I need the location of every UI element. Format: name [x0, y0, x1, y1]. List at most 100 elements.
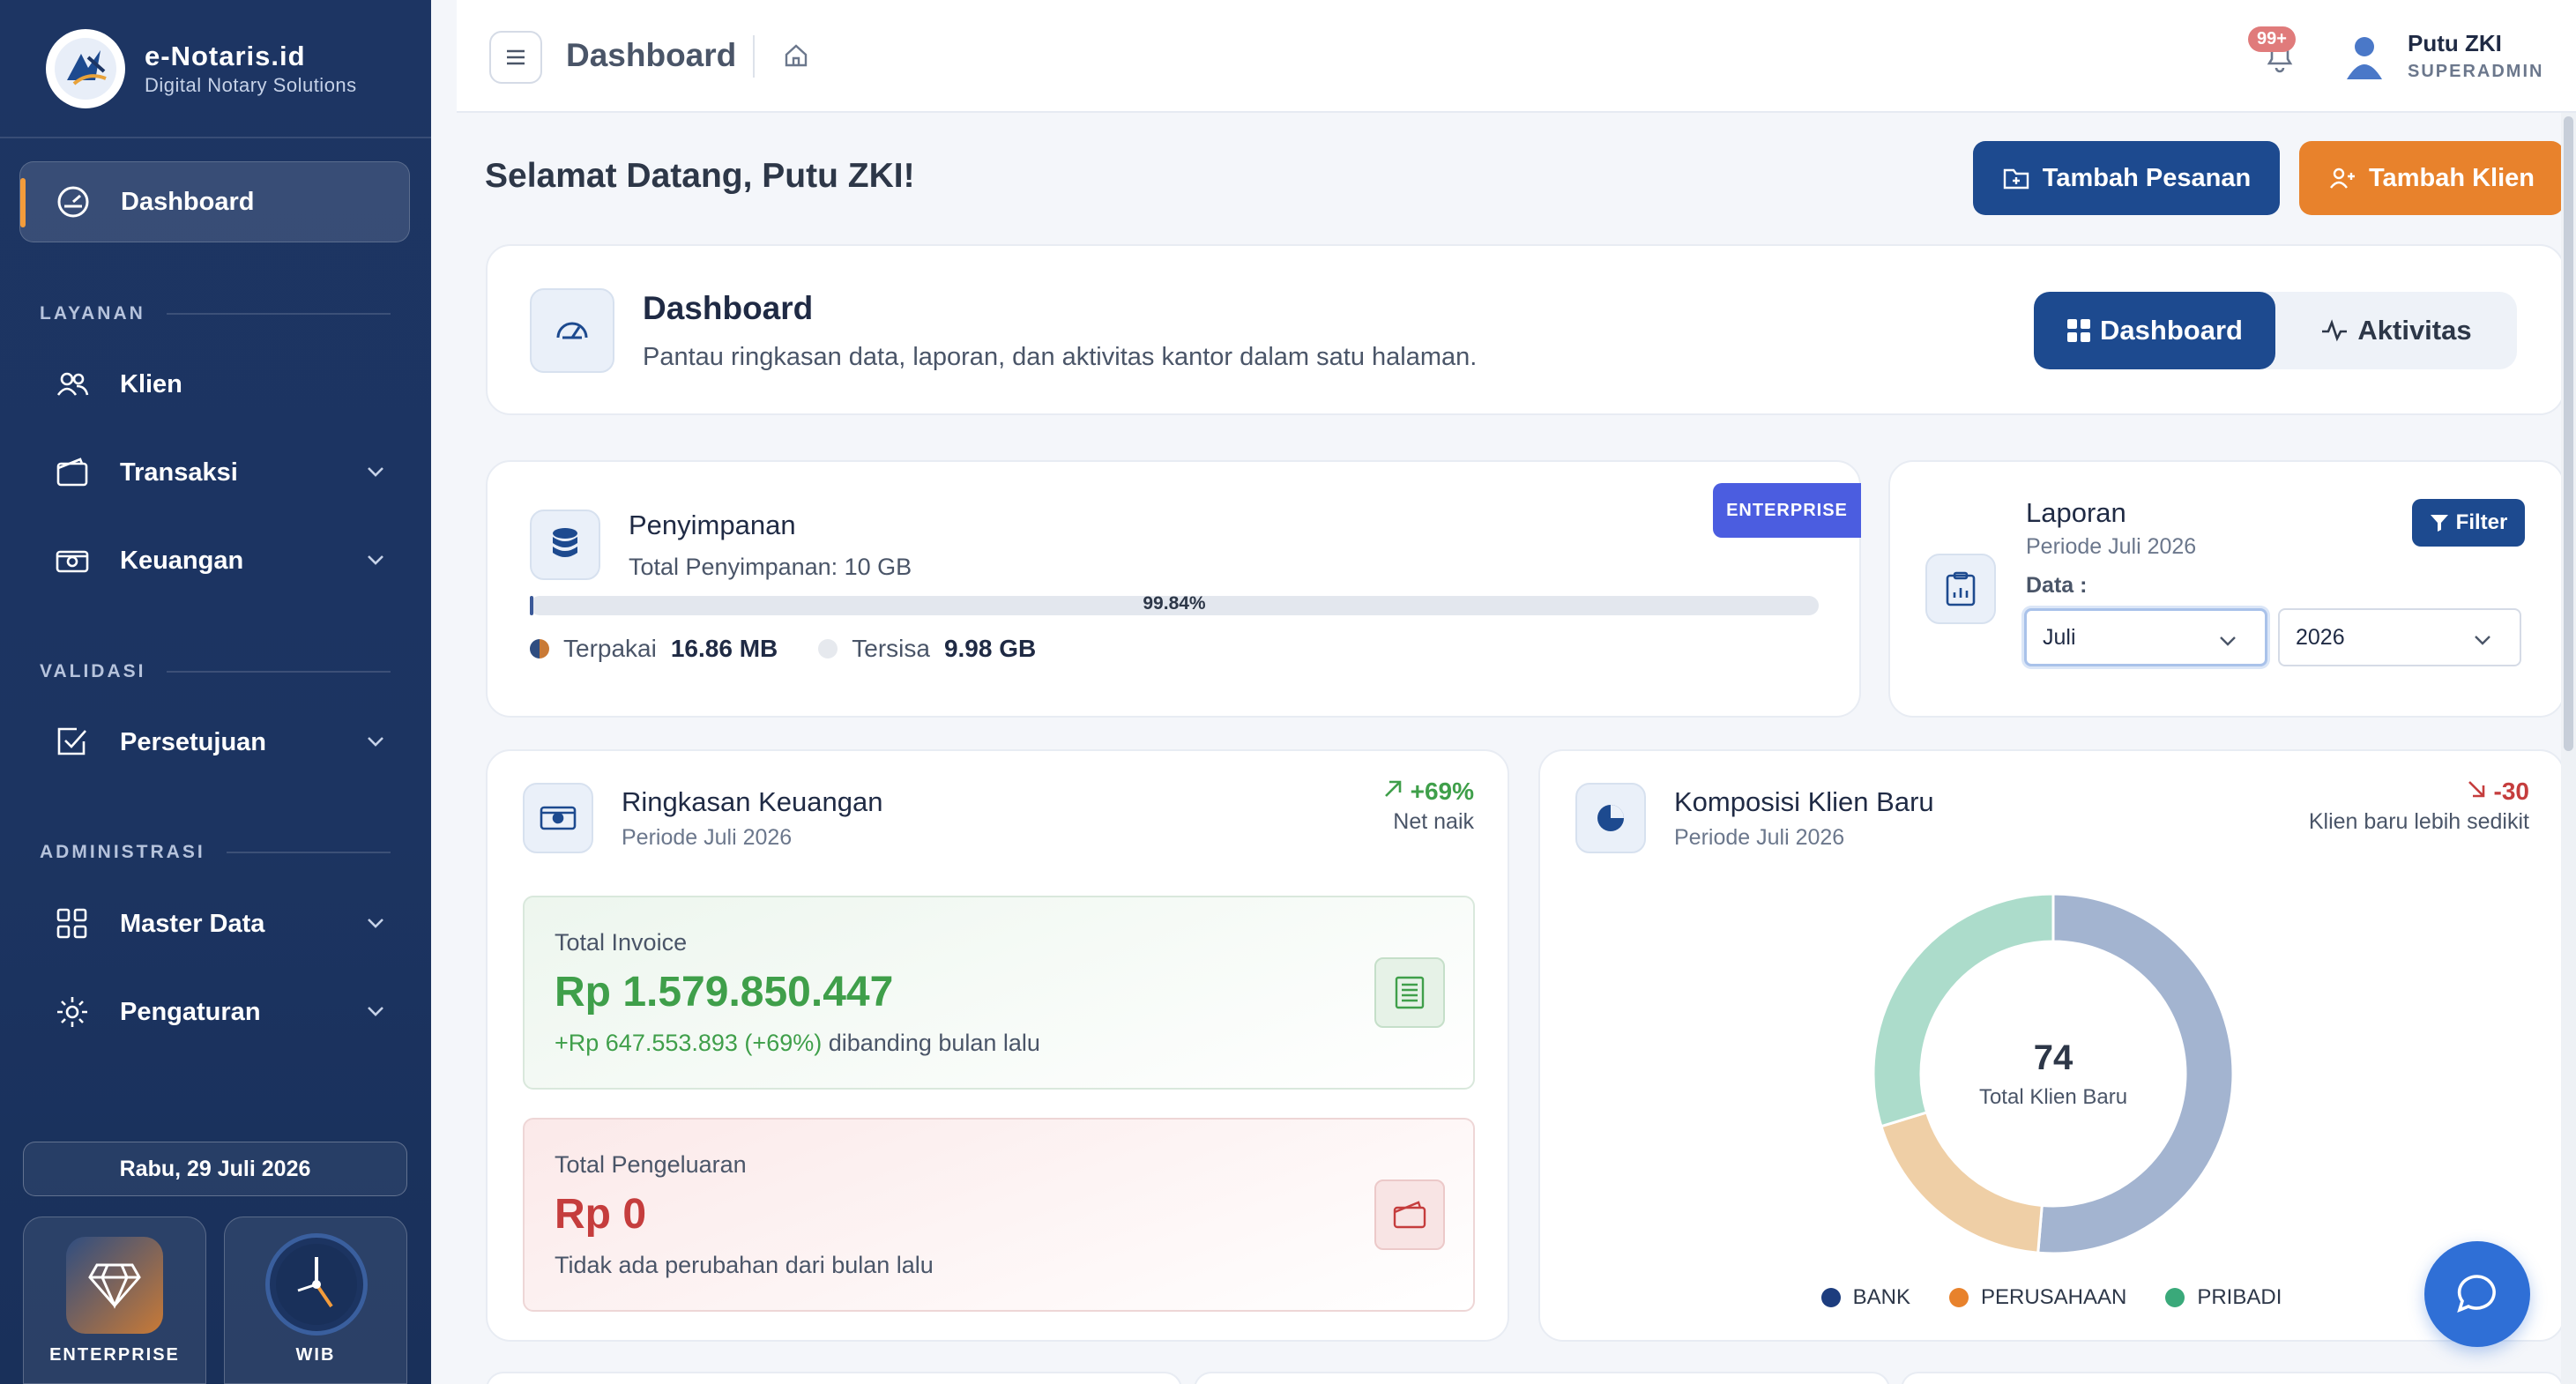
diamond-icon — [66, 1237, 163, 1334]
sidebar-item-transaksi[interactable]: Transaksi — [19, 437, 410, 508]
sidebar-item-label: Klien — [120, 369, 182, 398]
sidebar-item-label: Master Data — [120, 909, 265, 938]
gauge-icon — [530, 288, 614, 373]
storage-subtitle: Total Penyimpanan: 10 GB — [629, 554, 912, 580]
legend-label: PERUSAHAAN — [1980, 1285, 2127, 1309]
sidebar-item-label: Pengaturan — [120, 997, 261, 1026]
trend-label: Net naik — [1393, 809, 1474, 834]
legend-dot — [1948, 1288, 1969, 1307]
invoice-label: Total Invoice — [555, 929, 688, 956]
next-card — [1194, 1372, 1890, 1384]
composition-title: Komposisi Klien Baru — [1674, 786, 1934, 817]
trend-value: +69% — [1410, 778, 1474, 805]
section-validasi: VALIDASI — [40, 661, 391, 682]
expense-value: Rp 0 — [555, 1191, 647, 1238]
trend-value: -30 — [2493, 778, 2529, 805]
dashboard-header-card: Dashboard Pantau ringkasan data, laporan… — [486, 244, 2565, 415]
user-plus-icon — [2330, 167, 2355, 189]
finance-summary-card: Ringkasan Keuangan Periode Juli 2026 +69… — [486, 749, 1509, 1342]
report-period: Periode Juli 2026 — [2026, 534, 2197, 559]
chat-button[interactable] — [2424, 1241, 2530, 1347]
legend-item-bank[interactable]: BANK — [1820, 1285, 1910, 1310]
report-card: Laporan Periode Juli 2026 Data : Filter … — [1888, 460, 2565, 718]
sidebar-item-persetujuan[interactable]: Persetujuan — [19, 707, 410, 778]
section-layanan: LAYANAN — [40, 303, 391, 324]
gauge-icon — [56, 184, 91, 220]
plan-card[interactable]: ENTERPRISE — [23, 1217, 206, 1384]
arrow-down-right-icon — [2468, 781, 2485, 798]
activity-icon — [2322, 319, 2348, 342]
sidebar: e-Notaris.id Digital Notary Solutions Da… — [0, 0, 431, 1384]
avatar[interactable] — [2343, 33, 2386, 81]
grid-icon — [2067, 319, 2091, 342]
add-client-button[interactable]: Tambah Klien — [2299, 141, 2564, 215]
filter-button[interactable]: Filter — [2412, 499, 2525, 547]
database-icon — [530, 510, 600, 580]
total-expense-card: Total Pengeluaran Rp 0 Tidak ada perubah… — [523, 1118, 1475, 1312]
welcome-message: Selamat Datang, Putu ZKI! — [485, 157, 915, 195]
sidebar-item-klien[interactable]: Klien — [19, 349, 410, 420]
tab-aktivitas[interactable]: Aktivitas — [2275, 292, 2517, 369]
brand[interactable]: e-Notaris.id Digital Notary Solutions — [46, 29, 357, 108]
sidebar-item-master-data[interactable]: Master Data — [19, 889, 410, 959]
chevron-down-icon — [368, 737, 383, 747]
tab-dashboard[interactable]: Dashboard — [2034, 292, 2275, 369]
sidebar-item-label: Transaksi — [120, 458, 238, 487]
plan-badge: ENTERPRISE — [1713, 483, 1861, 538]
client-composition-card: Komposisi Klien Baru Periode Juli 2026 -… — [1538, 749, 2565, 1342]
check-square-icon — [55, 725, 90, 760]
storage-card: Penyimpanan Total Penyimpanan: 10 GB ENT… — [486, 460, 1861, 718]
notification-badge: 99+ — [2248, 26, 2296, 52]
total-clients-label: Total Klien Baru — [1978, 1084, 2128, 1109]
timezone-label: WIB — [295, 1345, 336, 1365]
sidebar-item-pengaturan[interactable]: Pengaturan — [19, 977, 410, 1047]
chevron-down-icon — [368, 467, 383, 477]
menu-toggle-button[interactable] — [489, 31, 542, 84]
add-order-button[interactable]: Tambah Pesanan — [1973, 141, 2280, 215]
report-title: Laporan — [2026, 497, 2126, 528]
tab-label: Dashboard — [2100, 315, 2243, 346]
section-subtitle: Pantau ringkasan data, laporan, dan akti… — [643, 343, 1478, 371]
storage-title: Penyimpanan — [629, 510, 796, 540]
topbar: Dashboard 99+ Putu ZKI SUPERADMIN — [457, 0, 2576, 113]
storage-legend: Terpakai 16.86 MB Tersisa 9.98 GB — [530, 635, 1076, 663]
current-date: Rabu, 29 Juli 2026 — [23, 1142, 407, 1196]
grid-icon — [55, 906, 90, 941]
donut-center: 74 Total Klien Baru — [1873, 894, 2233, 1254]
scrollbar-thumb[interactable] — [2564, 116, 2573, 751]
tab-label: Aktivitas — [2357, 315, 2472, 346]
progress-percent: 99.84% — [1143, 593, 1206, 614]
clock-card: WIB — [224, 1217, 407, 1384]
plan-label: ENTERPRISE — [49, 1345, 180, 1365]
legend-label: BANK — [1852, 1285, 1910, 1309]
year-value: 2026 — [2296, 624, 2345, 650]
legend-item-pribadi[interactable]: PRIBADI — [2165, 1285, 2282, 1310]
clock-icon — [265, 1233, 368, 1336]
month-select[interactable]: Juli — [2024, 608, 2267, 666]
expense-label: Total Pengeluaran — [555, 1151, 747, 1178]
legend-label: PRIBADI — [2197, 1285, 2282, 1309]
money-icon — [55, 543, 90, 578]
page-title: Dashboard — [566, 37, 737, 73]
year-select[interactable]: 2026 — [2278, 608, 2521, 666]
trend-label: Klien baru lebih sedikit — [2308, 809, 2529, 834]
sidebar-item-dashboard[interactable]: Dashboard — [19, 161, 410, 242]
user-name[interactable]: Putu ZKI — [2408, 30, 2502, 57]
home-icon[interactable] — [783, 42, 809, 69]
legend-dot — [1820, 1288, 1841, 1307]
sidebar-item-keuangan[interactable]: Keuangan — [19, 525, 410, 596]
legend-item-perusahaan[interactable]: PERUSAHAAN — [1948, 1285, 2127, 1310]
view-toggle: Dashboard Aktivitas — [2034, 292, 2517, 369]
free-label: Tersisa — [852, 635, 930, 662]
free-dot — [818, 639, 838, 659]
pie-chart-icon — [1575, 783, 1646, 853]
brand-logo — [46, 29, 125, 108]
money-icon — [523, 783, 593, 853]
chevron-down-icon — [2220, 636, 2236, 646]
invoice-value: Rp 1.579.850.447 — [555, 969, 894, 1016]
divider — [753, 35, 755, 78]
add-order-label: Tambah Pesanan — [2042, 163, 2252, 192]
next-card — [486, 1372, 1182, 1384]
month-value: Juli — [2043, 624, 2076, 650]
add-client-label: Tambah Klien — [2369, 163, 2535, 192]
